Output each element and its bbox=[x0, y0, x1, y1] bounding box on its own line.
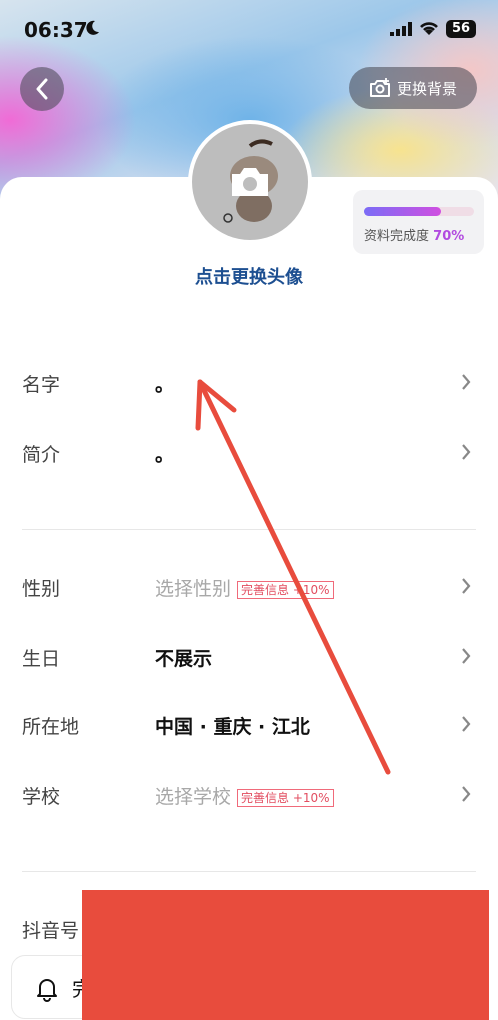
avatar[interactable] bbox=[188, 120, 312, 244]
change-background-button[interactable]: 更换背景 bbox=[349, 67, 477, 109]
chevron-right-icon bbox=[462, 444, 471, 460]
school-value: 选择学校 完善信息 +10% bbox=[155, 782, 334, 809]
chevron-right-icon bbox=[462, 648, 471, 664]
gender-placeholder: 选择性别 bbox=[155, 578, 232, 600]
battery-indicator: 56 bbox=[446, 20, 476, 38]
gender-label: 性别 bbox=[22, 578, 61, 600]
completion-progress-bar bbox=[364, 207, 474, 216]
bio-label: 简介 bbox=[22, 444, 61, 466]
section-divider bbox=[22, 529, 476, 530]
location-value: 中国 · 重庆 · 江北 bbox=[155, 716, 310, 738]
change-avatar-link[interactable]: 点击更换头像 bbox=[0, 263, 498, 289]
chevron-right-icon bbox=[462, 786, 471, 802]
avatar-image bbox=[192, 124, 308, 240]
completion-percent: 70% bbox=[433, 229, 465, 244]
back-button[interactable] bbox=[20, 67, 64, 111]
signal-icon bbox=[390, 22, 412, 36]
profile-completion-card[interactable]: 资料完成度 70% bbox=[353, 190, 484, 254]
status-time: 06:37 bbox=[24, 18, 88, 42]
row-bio[interactable]: 简介 。 bbox=[0, 428, 498, 478]
wifi-icon bbox=[420, 22, 438, 35]
camera-add-icon bbox=[369, 78, 390, 97]
school-bonus-badge: 完善信息 +10% bbox=[237, 788, 334, 807]
chevron-right-icon bbox=[462, 374, 471, 390]
status-bar: 06:37 56 bbox=[0, 0, 498, 60]
section-divider bbox=[22, 871, 476, 872]
row-name[interactable]: 名字 。 bbox=[0, 358, 498, 408]
bio-value: 。 bbox=[155, 444, 175, 466]
completion-label: 资料完成度 70% bbox=[364, 225, 464, 244]
completion-label-text: 资料完成度 bbox=[364, 229, 430, 244]
row-location[interactable]: 所在地 中国 · 重庆 · 江北 bbox=[0, 700, 498, 750]
row-gender[interactable]: 性别 选择性别 完善信息 +10% bbox=[0, 562, 498, 612]
camera-icon bbox=[232, 168, 268, 196]
gender-bonus-badge: 完善信息 +10% bbox=[237, 580, 334, 599]
row-school[interactable]: 学校 选择学校 完善信息 +10% bbox=[0, 770, 498, 820]
name-label: 名字 bbox=[22, 374, 61, 396]
redaction-box bbox=[82, 890, 489, 1020]
row-birthday[interactable]: 生日 不展示 bbox=[0, 632, 498, 682]
school-placeholder: 选择学校 bbox=[155, 786, 232, 808]
chevron-right-icon bbox=[462, 716, 471, 732]
location-label: 所在地 bbox=[22, 716, 80, 738]
school-label: 学校 bbox=[22, 786, 61, 808]
bell-icon bbox=[37, 979, 57, 1002]
completion-progress-fill bbox=[364, 207, 441, 216]
change-background-label: 更换背景 bbox=[396, 79, 457, 98]
birthday-label: 生日 bbox=[22, 648, 61, 670]
gender-value: 选择性别 完善信息 +10% bbox=[155, 574, 334, 601]
douyin-id-label: 抖音号 bbox=[22, 920, 80, 942]
chevron-right-icon bbox=[462, 578, 471, 594]
name-value: 。 bbox=[155, 374, 175, 396]
moon-icon bbox=[86, 20, 99, 35]
chevron-left-icon bbox=[36, 78, 48, 100]
birthday-value: 不展示 bbox=[155, 648, 213, 670]
